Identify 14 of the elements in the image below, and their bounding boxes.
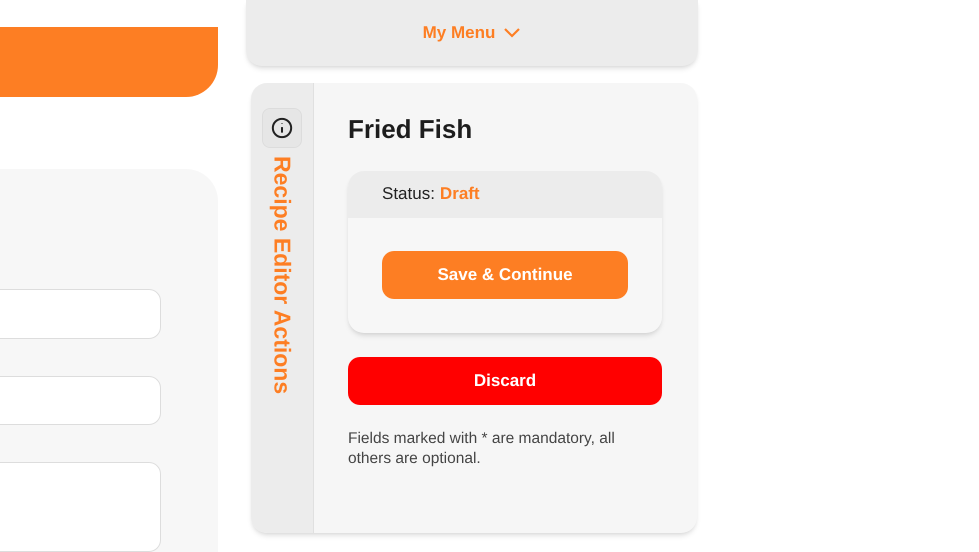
info-icon (271, 117, 293, 139)
info-icon-button[interactable] (262, 108, 302, 148)
chevron-down-icon (503, 27, 522, 39)
input-field[interactable] (0, 462, 161, 552)
menu-dropdown[interactable]: My Menu (246, 0, 698, 66)
discard-button[interactable]: Discard (348, 356, 662, 404)
input-field[interactable] (0, 289, 161, 339)
sidebar-title: Recipe Editor Actions (270, 156, 294, 394)
save-button[interactable]: Save & Continue (382, 250, 628, 298)
status-value: Draft (440, 183, 480, 206)
input-field[interactable] (0, 376, 161, 425)
status-label: Status: (382, 183, 435, 206)
mandatory-note: Fields marked with * are mandatory, all others are optional. (348, 428, 616, 468)
recipe-title: Fried Fish (348, 113, 474, 146)
